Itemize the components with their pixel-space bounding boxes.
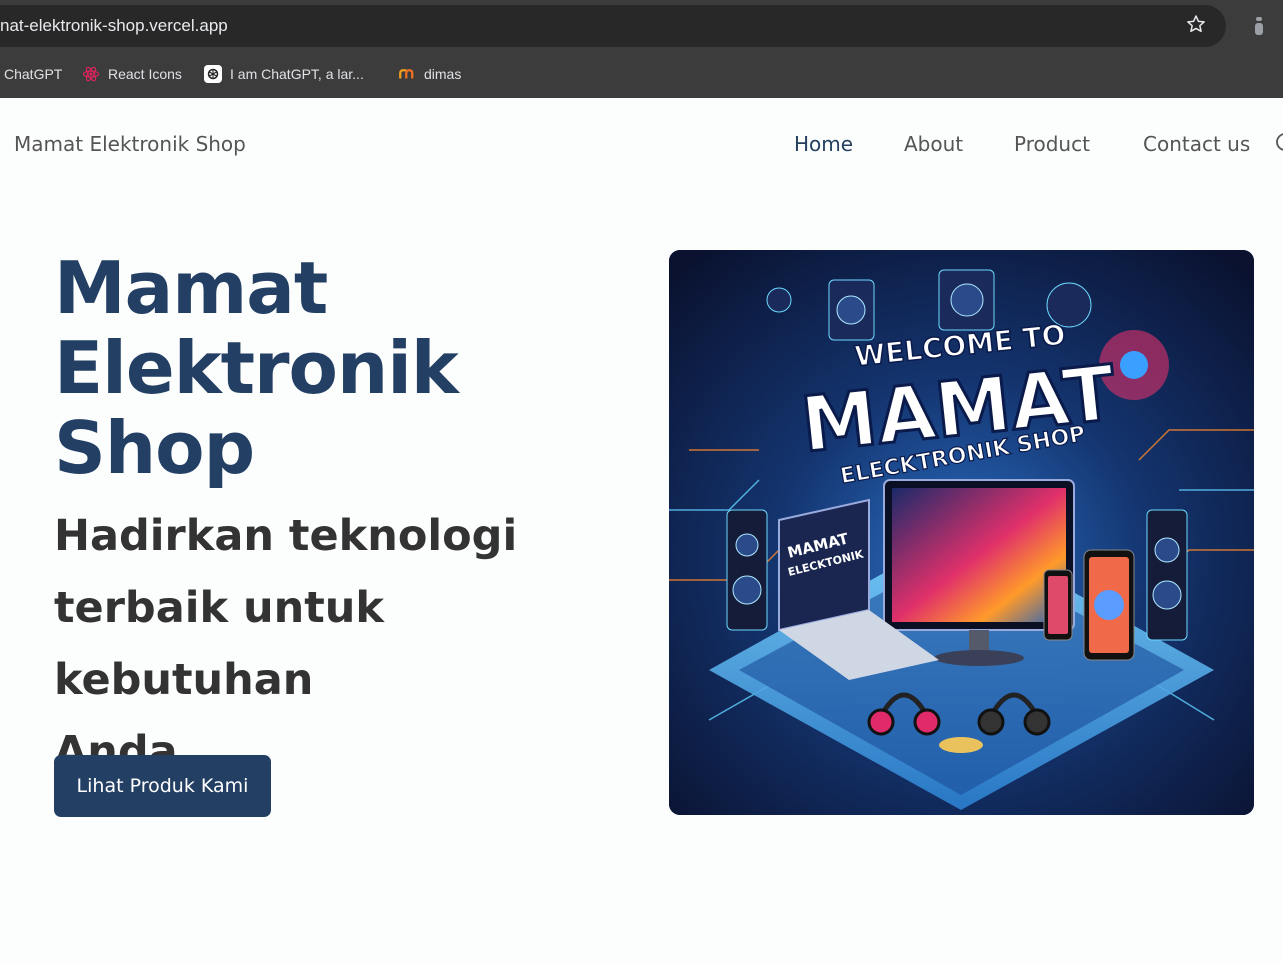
openai-icon <box>204 65 222 83</box>
bookmark-chatgpt[interactable]: ChatGPT <box>4 63 62 85</box>
nav-link-home[interactable]: Home <box>794 132 853 156</box>
bookmark-label: I am ChatGPT, a lar... <box>230 66 364 82</box>
bookmark-star-icon[interactable] <box>1186 14 1206 34</box>
hero-subtitle: Hadirkan teknologi terbaik untuk kebutuh… <box>54 500 654 788</box>
bookmark-chatgpt-chat[interactable]: I am ChatGPT, a lar... <box>204 63 364 85</box>
bookmark-dimas[interactable]: dimas <box>398 63 461 85</box>
hero-title-line: Mamat <box>54 246 328 330</box>
dimas-favicon <box>399 69 414 79</box>
url-text[interactable]: nat-elektronik-shop.vercel.app <box>0 16 228 36</box>
bookmark-label: dimas <box>424 66 462 82</box>
site-brand[interactable]: Mamat Elektronik Shop <box>14 132 246 156</box>
nav-link-product[interactable]: Product <box>1014 132 1090 156</box>
hero-title: Mamat Elektronik Shop <box>54 248 654 488</box>
extension-icon[interactable] <box>1254 17 1264 35</box>
bookmark-react-icons[interactable]: React Icons <box>82 63 182 85</box>
hero-title-line: Shop <box>54 406 255 490</box>
hero-title-line: Elektronik <box>54 326 459 410</box>
address-bar[interactable]: nat-elektronik-shop.vercel.app <box>0 5 1226 47</box>
theme-toggle-icon[interactable] <box>1275 132 1283 152</box>
nav-link-about[interactable]: About <box>904 132 963 156</box>
nav-link-contact[interactable]: Contact us <box>1143 132 1250 156</box>
hero-subtitle-line: terbaik untuk kebutuhan <box>54 583 385 705</box>
browser-chrome: nat-elektronik-shop.vercel.app ChatGPT R… <box>0 0 1283 98</box>
bookmark-label: React Icons <box>108 66 182 82</box>
bookmark-label: ChatGPT <box>4 66 63 82</box>
hero-image: MAMAT ELECKTONIK WELCOME TO MAMAT ELECKT… <box>669 250 1254 815</box>
bookmarks-bar: ChatGPT React Icons I am ChatGPT, a lar.… <box>0 58 1283 88</box>
view-products-button[interactable]: Lihat Produk Kami <box>54 755 271 817</box>
hero-subtitle-line: Hadirkan teknologi <box>54 511 518 561</box>
site-navbar: Mamat Elektronik Shop Home About Product… <box>0 98 1283 190</box>
react-icon <box>82 66 100 82</box>
